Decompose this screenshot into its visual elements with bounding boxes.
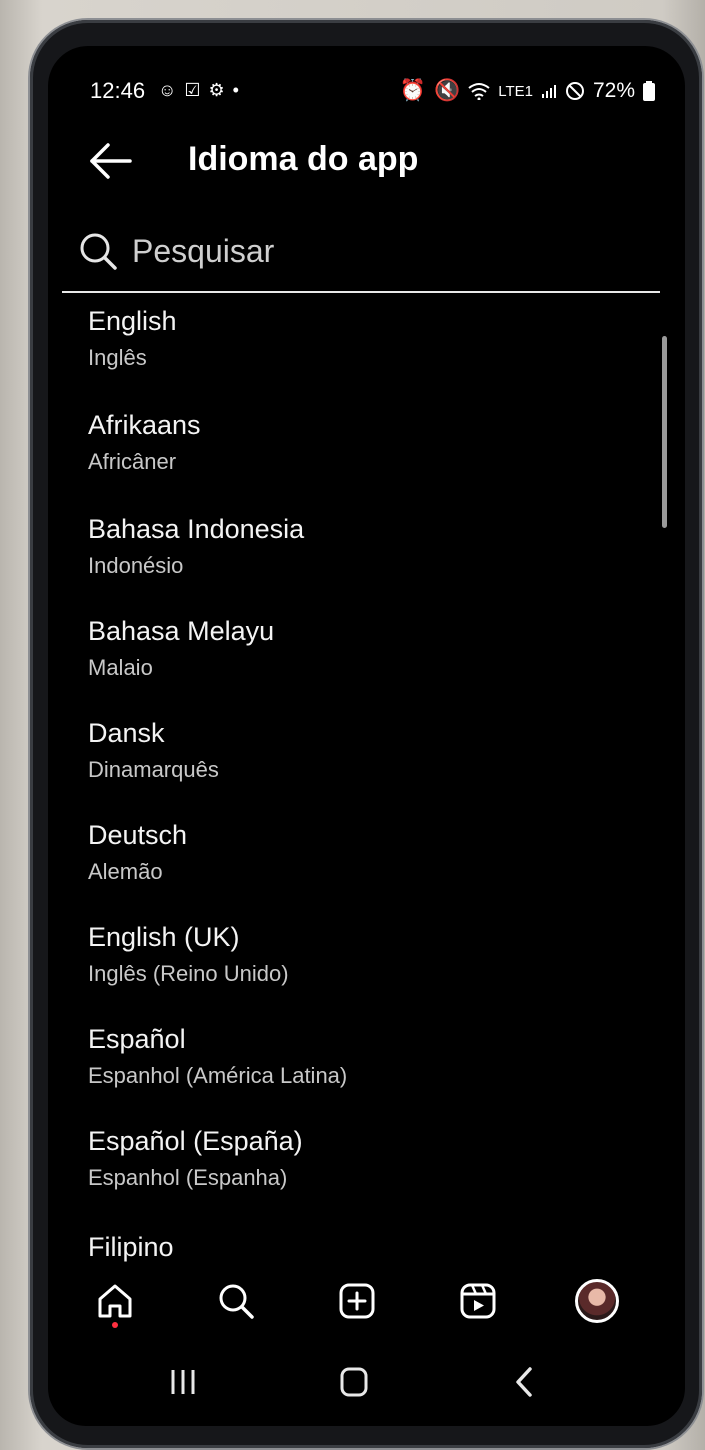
recent-apps-icon[interactable] [163,1364,203,1400]
language-name: English [88,306,177,336]
system-navigation-bar [48,1346,685,1416]
language-name: English (UK) [88,922,240,952]
network-type-label: LTE1 [498,82,533,100]
language-translation: Africâner [88,449,177,474]
language-item-bahasa-indonesia[interactable]: Bahasa Indonesia Indonésio [88,512,648,608]
dot-icon: • [232,80,239,100]
language-translation: Espanhol (Espanha) [88,1165,288,1190]
language-translation: Inglês [88,345,147,370]
search-icon [80,233,117,270]
wifi-icon [468,83,490,100]
language-translation: Alemão [88,859,163,884]
status-bar: 12:46 ☺ ☑ ⚙ • ⏰ 🔇 LTE1 72% [48,46,685,136]
do-not-disturb-icon [565,82,584,100]
status-indicators: ⏰ 🔇 LTE1 72% [400,79,655,103]
search-bar[interactable] [62,221,660,293]
back-arrow-icon[interactable] [88,141,132,181]
language-translation: Espanhol (América Latina) [88,1063,348,1088]
tab-profile[interactable] [574,1278,620,1324]
language-name: Español (España) [88,1126,303,1156]
whatsapp-icon: ☺ [158,80,177,100]
battery-percentage: 72% [592,79,635,102]
language-name: Deutsch [88,820,188,850]
tab-create[interactable] [334,1278,380,1324]
mute-icon: 🔇 [434,79,461,102]
tab-search[interactable] [213,1278,259,1324]
language-item-afrikaans[interactable]: Afrikaans Africâner [88,408,648,504]
language-item-dansk[interactable]: Dansk Dinamarquês [88,716,648,812]
language-translation: Indonésio [88,553,184,578]
language-item-espanol[interactable]: Español Espanhol (América Latina) [88,1022,648,1118]
status-time: 12:46 [90,78,146,103]
language-name: Bahasa Indonesia [88,514,305,544]
language-item-espanol-espana[interactable]: Español (España) Espanhol (Espanha) [88,1124,648,1220]
app-header: Idioma do app [48,136,685,196]
search-icon [219,1284,254,1319]
language-item-filipino[interactable]: Filipino [88,1230,648,1264]
language-item-deutsch[interactable]: Deutsch Alemão [88,818,648,914]
language-item-english-uk[interactable]: English (UK) Inglês (Reino Unido) [88,920,648,1016]
reels-icon [460,1283,496,1319]
alarm-icon: ⏰ [399,79,427,102]
system-back-icon[interactable] [504,1364,544,1400]
language-translation: Inglês (Reino Unido) [88,961,289,986]
language-name: Filipino [88,1232,174,1262]
language-name: Dansk [88,718,165,748]
language-item-bahasa-melayu[interactable]: Bahasa Melayu Malaio [88,614,648,710]
scrollbar[interactable] [662,336,667,528]
language-translation: Malaio [88,655,153,680]
search-input[interactable] [132,229,632,273]
language-name: Afrikaans [88,410,201,440]
check-box-icon: ☑ [184,80,201,100]
battery-icon [643,81,655,101]
settings-icon: ⚙ [208,80,225,100]
tab-home[interactable] [92,1278,138,1328]
language-name: Bahasa Melayu [88,616,275,646]
home-button-icon[interactable] [334,1364,374,1400]
create-icon [339,1283,375,1319]
profile-avatar [575,1279,619,1323]
language-name: Español [88,1024,186,1054]
notification-icons: ☺ ☑ ⚙ • [158,80,239,101]
tab-reels[interactable] [455,1278,501,1324]
bottom-tab-bar [48,1268,685,1334]
page-title: Idioma do app [188,140,419,178]
language-list: English Inglês Afrikaans Africâner Bahas… [48,304,668,1264]
notification-dot [112,1322,118,1328]
app-screen: 12:46 ☺ ☑ ⚙ • ⏰ 🔇 LTE1 72% Idioma do app… [48,46,685,1426]
language-item-english[interactable]: English Inglês [88,304,648,400]
language-translation: Dinamarquês [88,757,219,782]
home-icon [98,1284,132,1318]
signal-icon [541,85,556,98]
